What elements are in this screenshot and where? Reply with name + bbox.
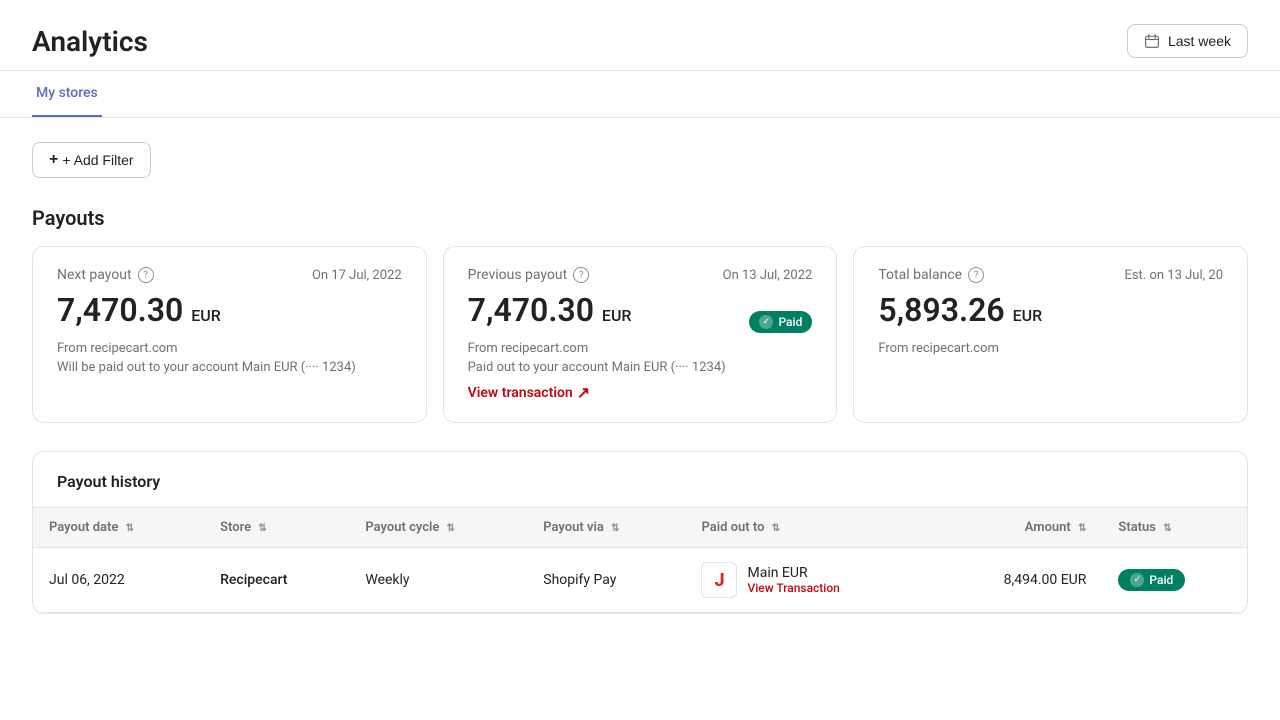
- add-filter-label: + Add Filter: [62, 152, 133, 168]
- col-header-payout-date[interactable]: Payout date ⇅: [33, 508, 204, 548]
- sort-icon-status: ⇅: [1163, 523, 1171, 534]
- payout-history-table-container: Payout date ⇅ Store ⇅ Payout cycle ⇅: [33, 508, 1247, 613]
- col-header-amount[interactable]: Amount ⇅: [935, 508, 1103, 548]
- row-cycle: Weekly: [349, 548, 527, 613]
- payout-history-section: Payout history Payout date ⇅ Store ⇅: [32, 451, 1248, 614]
- total-balance-amount: 5,893.26 EUR: [878, 291, 1042, 329]
- next-payout-account: Will be paid out to your account Main EU…: [57, 360, 402, 375]
- row-store: Recipecart: [204, 548, 349, 613]
- next-payout-amount: 7,470.30 EUR: [57, 291, 221, 329]
- circle-check-icon: ✓: [759, 315, 773, 329]
- page-title: Analytics: [32, 25, 148, 58]
- payouts-section-title: Payouts: [32, 206, 1248, 230]
- tabs-bar: My stores: [0, 71, 1280, 118]
- sort-icon-paid-out-to: ⇅: [772, 523, 780, 534]
- sort-icon-amount: ⇅: [1078, 523, 1086, 534]
- previous-payout-source: From recipecart.com: [468, 341, 813, 356]
- next-payout-label: Next payout ?: [57, 267, 154, 283]
- previous-payout-card: Previous payout ? On 13 Jul, 2022 7,470.…: [443, 246, 838, 423]
- previous-payout-paid-badge: ✓ Paid: [749, 311, 812, 333]
- view-transaction-small-link[interactable]: View Transaction: [747, 581, 839, 595]
- previous-payout-help-icon[interactable]: ?: [573, 267, 589, 283]
- next-payout-card: Next payout ? On 17 Jul, 2022 7,470.30 E…: [32, 246, 427, 423]
- total-balance-card: Total balance ? Est. on 13 Jul, 20 5,893…: [853, 246, 1248, 423]
- previous-payout-date: On 13 Jul, 2022: [723, 268, 813, 283]
- col-header-paid-out-to[interactable]: Paid out to ⇅: [685, 508, 934, 548]
- row-paid-out-to: J Main EUR View Transaction: [685, 548, 934, 613]
- total-balance-source: From recipecart.com: [878, 341, 1223, 356]
- arrow-up-right-icon: ↗: [577, 383, 590, 402]
- next-payout-help-icon[interactable]: ?: [138, 267, 154, 283]
- next-payout-source: From recipecart.com: [57, 341, 402, 356]
- status-check-icon: ✓: [1130, 573, 1144, 587]
- row-date: Jul 06, 2022: [33, 548, 204, 613]
- add-filter-button[interactable]: + + Add Filter: [32, 142, 151, 178]
- paid-out-info: Main EUR View Transaction: [747, 565, 839, 595]
- col-header-payout-via[interactable]: Payout via ⇅: [527, 508, 685, 548]
- paid-out-main: Main EUR: [747, 565, 839, 581]
- total-balance-date: Est. on 13 Jul, 20: [1124, 268, 1223, 283]
- col-header-payout-cycle[interactable]: Payout cycle ⇅: [349, 508, 527, 548]
- previous-payout-account: Paid out to your account Main EUR (···· …: [468, 360, 813, 375]
- plus-icon: +: [49, 151, 58, 169]
- row-status: ✓ Paid: [1102, 548, 1247, 613]
- sort-icon-cycle: ⇅: [447, 523, 455, 534]
- row-status-badge: ✓ Paid: [1118, 569, 1185, 591]
- next-payout-date: On 17 Jul, 2022: [312, 268, 402, 283]
- table-row: Jul 06, 2022 Recipecart Weekly Shopify P…: [33, 548, 1247, 613]
- row-via: Shopify Pay: [527, 548, 685, 613]
- col-header-status[interactable]: Status ⇅: [1102, 508, 1247, 548]
- row-amount: 8,494.00 EUR: [935, 548, 1103, 613]
- view-transaction-link[interactable]: View transaction ↗: [468, 383, 590, 402]
- col-header-store[interactable]: Store ⇅: [204, 508, 349, 548]
- total-balance-label: Total balance ?: [878, 267, 984, 283]
- payout-history-title: Payout history: [33, 452, 1247, 508]
- previous-payout-amount: 7,470.30 EUR: [468, 291, 632, 329]
- payout-history-table: Payout date ⇅ Store ⇅ Payout cycle ⇅: [33, 508, 1247, 613]
- table-header-row: Payout date ⇅ Store ⇅ Payout cycle ⇅: [33, 508, 1247, 548]
- date-range-button[interactable]: Last week: [1127, 24, 1248, 58]
- previous-payout-label: Previous payout ?: [468, 267, 590, 283]
- sort-icon-store: ⇅: [258, 523, 266, 534]
- date-range-label: Last week: [1168, 33, 1231, 49]
- payout-cards: Next payout ? On 17 Jul, 2022 7,470.30 E…: [32, 246, 1248, 423]
- total-balance-help-icon[interactable]: ?: [968, 267, 984, 283]
- sort-icon-date: ⇅: [126, 523, 134, 534]
- tab-my-stores[interactable]: My stores: [32, 71, 102, 117]
- shopify-icon: J: [701, 562, 737, 598]
- sort-icon-via: ⇅: [611, 523, 619, 534]
- calendar-icon: [1144, 33, 1160, 49]
